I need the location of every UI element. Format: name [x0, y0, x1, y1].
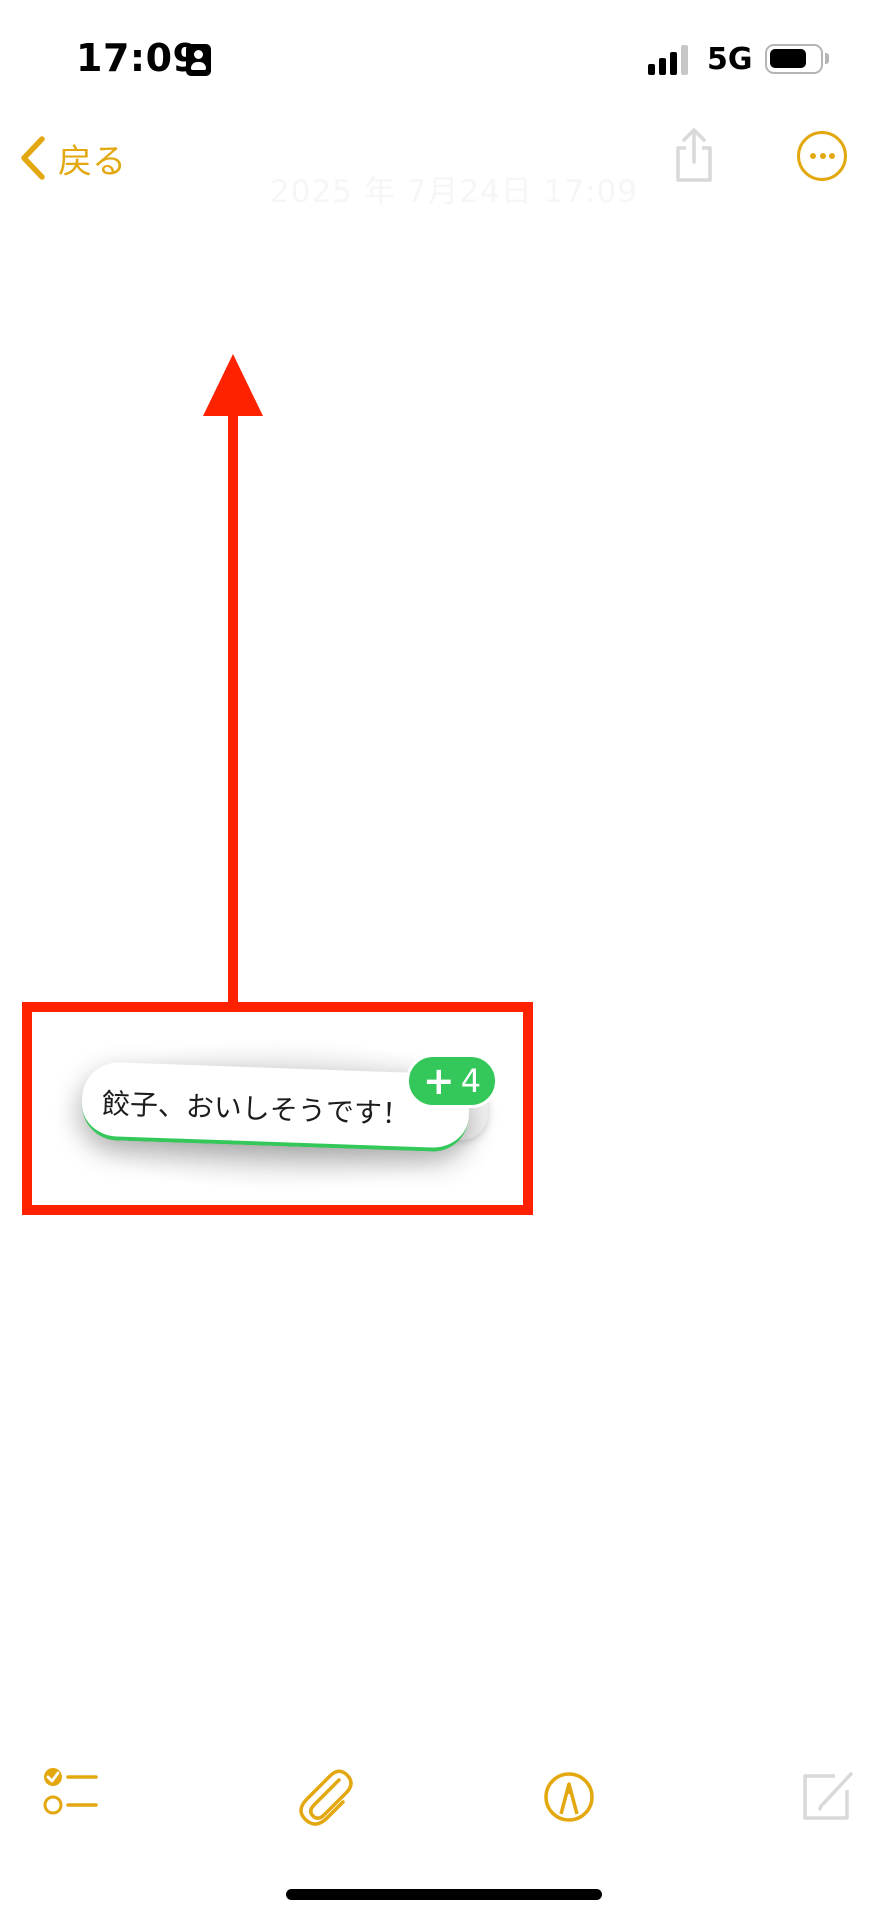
drag-count: 4	[460, 1062, 482, 1100]
home-indicator[interactable]	[286, 1889, 602, 1900]
paperclip-icon[interactable]	[289, 1762, 359, 1832]
annotation-arrow	[203, 354, 263, 1004]
markup-pen-icon[interactable]	[534, 1762, 604, 1832]
compose-icon[interactable]	[795, 1762, 865, 1832]
drag-count-badge: + 4	[406, 1054, 498, 1108]
checklist-icon[interactable]	[36, 1762, 106, 1832]
plus-icon: +	[422, 1059, 455, 1103]
